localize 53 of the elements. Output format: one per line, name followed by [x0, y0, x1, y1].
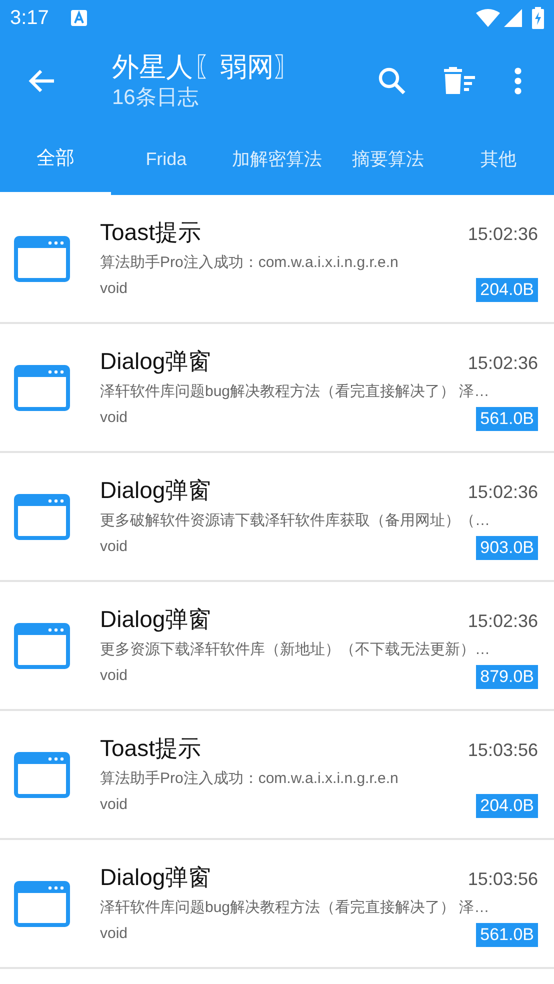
size-badge: 204.0B [476, 278, 538, 302]
window-icon [14, 880, 70, 926]
wifi-icon [476, 9, 500, 27]
window-icon [14, 752, 70, 798]
log-message: 算法助手Pro注入成功：com.w.a.i.x.i.n.g.r.e.n [100, 252, 400, 272]
log-row[interactable]: Dialog弹窗 15:02:36 更多资源下载泽轩软件库（新地址）（不下载无法更新）… void 879.0B [0, 582, 554, 711]
log-title: Toast提示 [100, 218, 201, 246]
log-type: void [100, 666, 128, 686]
log-row[interactable]: Dialog弹窗 15:02:36 泽轩软件库问题bug解决教程方法（看完直接解决了） 泽… void 561.0B [0, 324, 554, 453]
size-badge: 204.0B [476, 794, 538, 818]
log-message: 更多资源下载泽轩软件库（新地址）（不下载无法更新）… [100, 640, 491, 660]
size-badge: 903.0B [476, 536, 538, 560]
size-badge: 561.0B [476, 922, 538, 946]
log-message: 泽轩软件库问题bug解决教程方法（看完直接解决了） 泽… [100, 898, 490, 918]
log-title: Dialog弹窗 [100, 476, 212, 505]
log-time: 15:03:56 [468, 738, 538, 762]
log-time: 15:03:56 [468, 868, 538, 890]
search-icon [377, 66, 407, 96]
trash-icon [442, 66, 476, 94]
window-title: 外星人〖弱网〗 [112, 50, 302, 84]
log-message: 更多破解软件资源请下载泽轩软件库获取（备用网址）（… [100, 510, 491, 530]
log-type: void [100, 537, 128, 558]
log-time: 15:02:36 [468, 222, 538, 246]
log-type: void [100, 408, 128, 428]
window-icon [14, 622, 70, 668]
log-title: Dialog弹窗 [100, 604, 212, 634]
window-icon [14, 236, 70, 282]
log-time: 15:02:36 [468, 480, 538, 504]
log-message: 泽轩软件库问题bug解决教程方法（看完直接解决了） 泽… [100, 382, 490, 402]
log-row[interactable]: Dialog弹窗 15:03:56 泽轩软件库问题bug解决教程方法（看完直接解决了） 泽… void 561.0B [0, 840, 554, 969]
back-arrow-icon [28, 68, 56, 94]
window-icon [14, 494, 70, 540]
log-time: 15:02:36 [468, 352, 538, 374]
status-time: 3:17 [10, 6, 49, 31]
log-count: 16条日志 [112, 84, 200, 110]
notification-icon [70, 10, 87, 26]
more-icon [514, 66, 522, 94]
log-message: 算法助手Pro注入成功：com.w.a.i.x.i.n.g.r.e.n [100, 768, 400, 788]
log-time: 15:02:36 [468, 610, 538, 632]
log-row[interactable]: Toast提示 15:03:56 算法助手Pro注入成功：com.w.a.i.x.i.n.g.r.e.n void 204.0B [0, 711, 554, 840]
log-type: void [100, 279, 128, 300]
log-type: void [100, 924, 128, 944]
log-row[interactable]: Toast提示 15:02:36 算法助手Pro注入成功：com.w.a.i.x.i.n.g.r.e.n void 204.0B [0, 195, 554, 324]
window-icon [14, 364, 70, 410]
size-badge: 561.0B [476, 406, 538, 430]
size-badge: 879.0B [476, 664, 538, 688]
log-title: Dialog弹窗 [100, 346, 212, 376]
log-row[interactable]: Dialog弹窗 15:02:36 更多破解软件资源请下载泽轩软件库获取（备用网址）（… void 903.0B [0, 453, 554, 582]
log-type: void [100, 795, 128, 816]
signal-icon [504, 9, 522, 27]
log-title: Toast提示 [100, 734, 201, 762]
log-title: Dialog弹窗 [100, 862, 212, 892]
battery-icon [532, 7, 544, 29]
